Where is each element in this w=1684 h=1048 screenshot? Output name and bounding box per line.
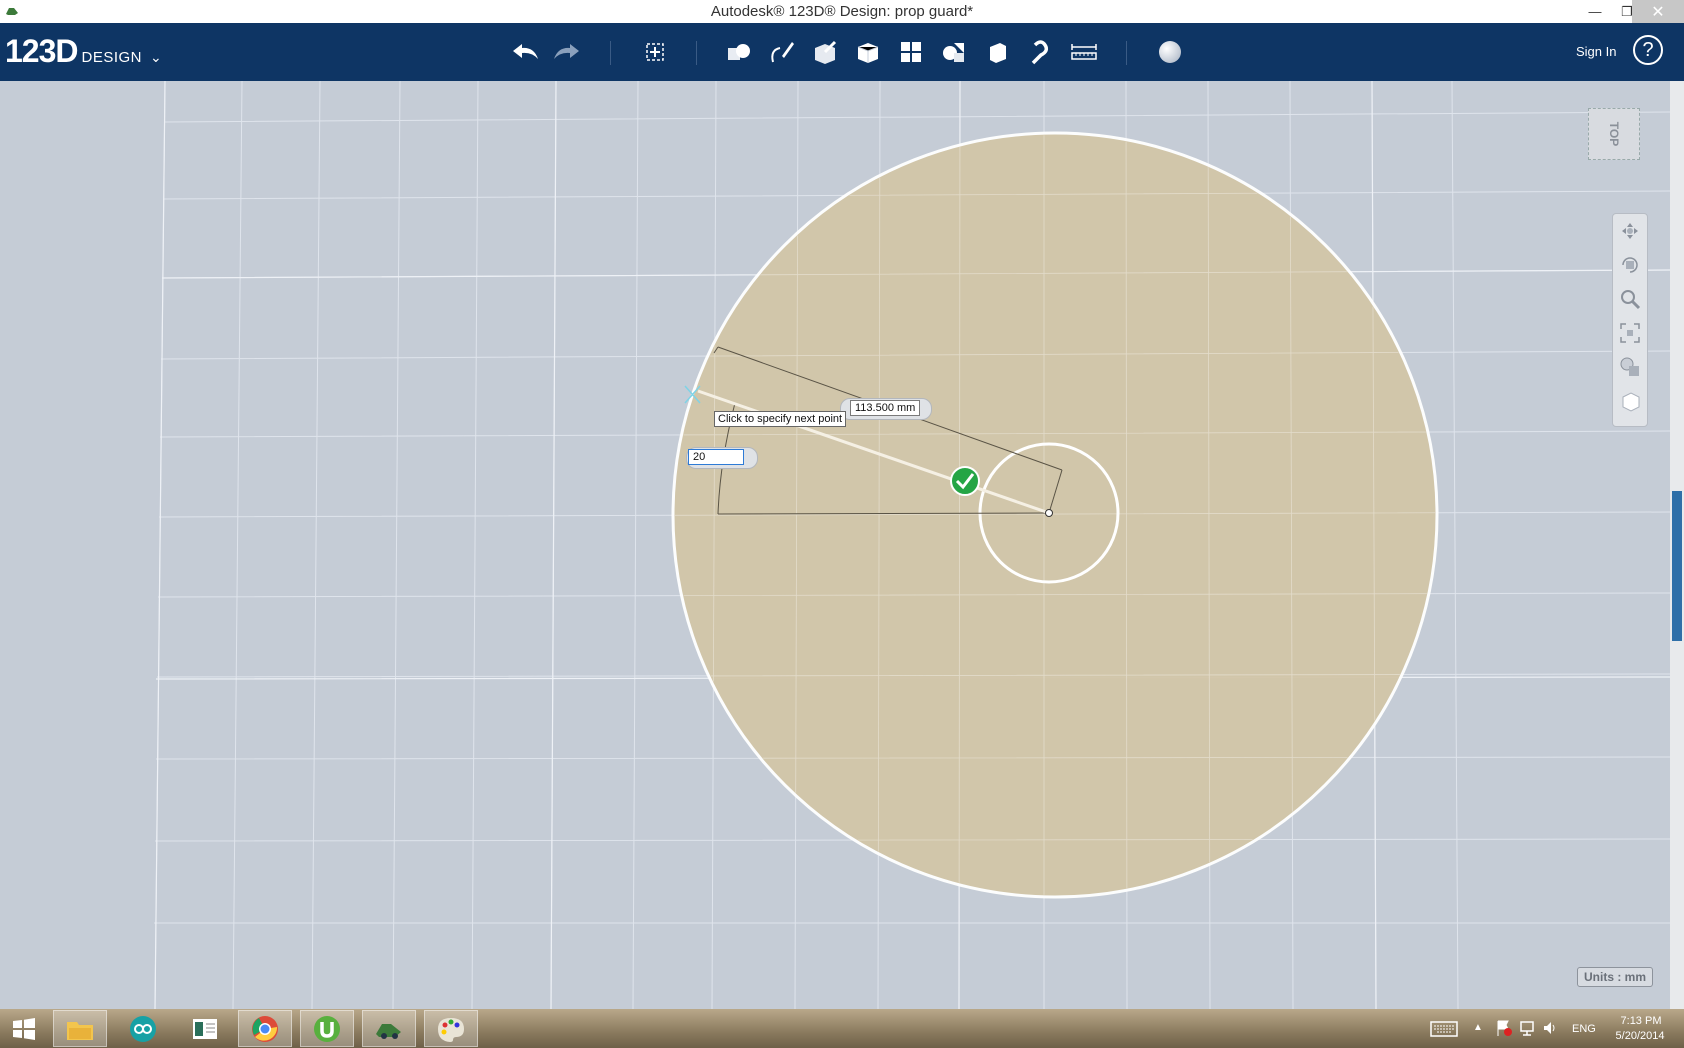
sign-in-link[interactable]: Sign In xyxy=(1576,44,1616,59)
help-button[interactable]: ? xyxy=(1633,35,1663,65)
design-viewport[interactable]: 113.500 mm Click to specify next point 2… xyxy=(0,81,1670,1009)
utorrent-icon[interactable] xyxy=(300,1010,354,1047)
app-logo-menu[interactable]: 123D DESIGN ⌄ xyxy=(5,33,162,70)
instruction-tooltip: Click to specify next point xyxy=(714,411,847,427)
confirm-check-icon xyxy=(950,466,980,496)
material-icon[interactable] xyxy=(1153,35,1187,69)
right-scrollbar[interactable] xyxy=(1670,81,1684,1009)
tray-expand-icon[interactable]: ▲ xyxy=(1473,1022,1483,1033)
clock-date[interactable]: 5/20/2014 xyxy=(1610,1030,1670,1042)
file-explorer-icon[interactable] xyxy=(53,1010,107,1047)
modify-icon[interactable] xyxy=(851,35,885,69)
main-toolbar: 123D DESIGN ⌄ Sign In ? xyxy=(0,23,1684,81)
length-dimension-input[interactable]: 113.500 mm xyxy=(850,400,921,416)
primitives-icon[interactable] xyxy=(722,35,756,69)
undo-icon[interactable] xyxy=(508,35,542,69)
orbit-icon[interactable] xyxy=(1613,248,1647,282)
fit-icon[interactable] xyxy=(1613,316,1647,350)
network-flag-icon[interactable] xyxy=(1496,1019,1512,1042)
material-view-icon[interactable] xyxy=(1613,384,1647,418)
network-icon[interactable] xyxy=(1518,1019,1536,1042)
paint-icon[interactable] xyxy=(424,1010,478,1047)
toolbar-separator xyxy=(610,41,611,65)
snap-icon[interactable] xyxy=(1023,35,1057,69)
sketch-canvas[interactable] xyxy=(0,81,1670,1009)
start-icon[interactable] xyxy=(0,1010,48,1047)
123d-design-icon[interactable] xyxy=(362,1010,416,1047)
redo-icon[interactable] xyxy=(550,35,584,69)
view-mode-icon[interactable] xyxy=(1613,350,1647,384)
logo-sub: DESIGN xyxy=(81,49,143,66)
center-point xyxy=(1045,509,1053,517)
toolbar-separator xyxy=(696,41,697,65)
combine-icon[interactable] xyxy=(980,35,1014,69)
language-indicator[interactable]: ENG xyxy=(1572,1023,1596,1035)
transform-icon[interactable] xyxy=(638,35,672,69)
minimize-button[interactable]: — xyxy=(1580,0,1610,23)
chevron-down-icon: ⌄ xyxy=(150,49,162,65)
close-button[interactable]: ✕ xyxy=(1632,0,1684,23)
reader-icon[interactable] xyxy=(178,1010,232,1047)
logo-main: 123D xyxy=(5,33,78,69)
grouping-icon[interactable] xyxy=(937,35,971,69)
window-title: Autodesk® 123D® Design: prop guard* xyxy=(710,3,974,20)
clock-time[interactable]: 7:13 PM xyxy=(1616,1015,1666,1027)
keyboard-icon[interactable] xyxy=(1430,1021,1458,1042)
sketch-icon[interactable] xyxy=(765,35,799,69)
pan-icon[interactable] xyxy=(1613,214,1647,248)
navigation-bar xyxy=(1612,213,1648,427)
toolbar-separator xyxy=(1126,41,1127,65)
units-badge[interactable]: Units : mm xyxy=(1577,967,1654,987)
volume-icon[interactable] xyxy=(1542,1020,1558,1041)
measure-icon[interactable] xyxy=(1067,35,1101,69)
scroll-thumb[interactable] xyxy=(1672,491,1682,641)
zoom-icon[interactable] xyxy=(1613,282,1647,316)
view-cube[interactable]: TOP xyxy=(1588,108,1640,160)
construct-icon[interactable] xyxy=(808,35,842,69)
view-cube-label: TOP xyxy=(1606,121,1621,147)
arduino-icon[interactable] xyxy=(116,1010,170,1047)
windows-taskbar: ▲ ENG 7:13 PM 5/20/2014 xyxy=(0,1009,1684,1048)
chrome-icon[interactable] xyxy=(238,1010,292,1047)
window-titlebar: Autodesk® 123D® Design: prop guard* — ❐ … xyxy=(0,0,1684,24)
angle-dimension-input[interactable]: 20 xyxy=(688,449,744,465)
pattern-icon[interactable] xyxy=(894,35,928,69)
